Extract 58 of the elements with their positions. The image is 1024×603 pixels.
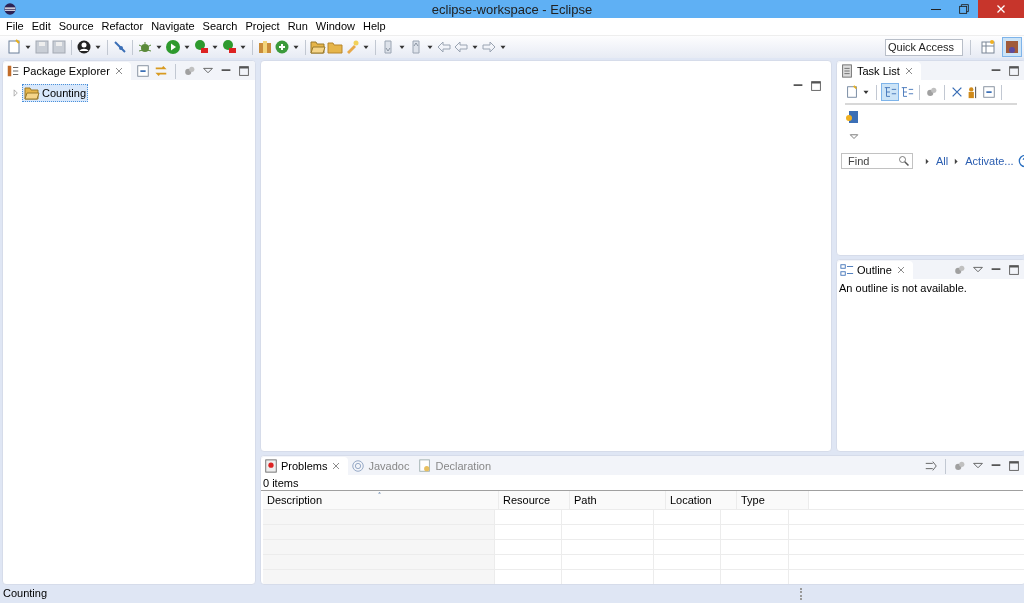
tab-label: Declaration <box>435 460 492 472</box>
close-button[interactable] <box>978 0 1024 18</box>
outline-icon <box>840 263 854 277</box>
restore-icon <box>957 2 971 16</box>
app-logo-icon <box>3 2 17 16</box>
column-header[interactable]: Location <box>666 491 737 509</box>
filter-link[interactable]: Activate... <box>965 155 1014 167</box>
menu-item[interactable]: Run <box>283 19 312 34</box>
column-header[interactable]: Type <box>737 491 809 509</box>
menu-item[interactable]: Edit <box>27 19 55 34</box>
status-text: Counting <box>3 587 48 599</box>
tab-label: Package Explorer <box>23 65 110 77</box>
menu-item[interactable]: Source <box>54 19 98 34</box>
open-folder-icon[interactable] <box>310 39 326 55</box>
minimize-icon <box>931 8 941 10</box>
task-list-icon <box>840 64 854 78</box>
maximize-icon[interactable] <box>809 79 823 93</box>
java-perspective-button[interactable] <box>1002 37 1022 57</box>
new-class-icon[interactable] <box>274 39 290 55</box>
view-tab[interactable]: Task List <box>837 62 921 80</box>
menu-item[interactable]: Refactor <box>97 19 148 34</box>
outline-message: An outline is not available. <box>838 281 968 296</box>
menu-item[interactable]: Project <box>241 19 284 34</box>
quick-access-field[interactable]: Quick Access <box>885 38 963 56</box>
bug-icon[interactable] <box>137 39 153 55</box>
menu-item[interactable]: File <box>2 19 28 34</box>
column-header[interactable]: Description <box>263 491 499 509</box>
open-perspective-button[interactable] <box>978 37 998 57</box>
view-tab[interactable]: Problems <box>261 457 349 475</box>
tab-label: Problems <box>281 460 328 472</box>
folder-icon[interactable] <box>327 39 343 55</box>
maximize-icon[interactable] <box>237 64 251 78</box>
maximize-icon[interactable] <box>1007 263 1021 277</box>
search-icon <box>898 155 910 167</box>
tab-label: Task List <box>857 65 900 77</box>
menu-item[interactable]: Search <box>198 19 242 34</box>
menu-item[interactable]: Navigate <box>147 19 199 34</box>
find-field[interactable]: Find <box>841 153 913 169</box>
avatar-icon[interactable] <box>76 39 92 55</box>
column-header[interactable]: Path <box>570 491 666 509</box>
menu-item[interactable]: Window <box>311 19 359 34</box>
resize-grip[interactable] <box>800 588 804 600</box>
tab-label: Javadoc <box>368 460 410 472</box>
run-icon[interactable] <box>165 39 181 55</box>
tree-item[interactable]: Counting <box>22 84 89 102</box>
problems-icon <box>264 459 278 473</box>
view-tab[interactable]: Package Explorer <box>3 62 131 80</box>
view-tab[interactable]: Outline <box>837 261 913 279</box>
maximize-icon[interactable] <box>1007 64 1021 78</box>
tab-label: Outline <box>857 264 892 276</box>
expand-arrow-icon[interactable] <box>923 156 932 166</box>
filter-link[interactable]: All <box>936 155 949 167</box>
package-explorer-icon <box>6 64 20 78</box>
menu-item[interactable]: Help <box>359 19 390 34</box>
maximize-icon[interactable] <box>1007 459 1021 473</box>
column-header[interactable]: Resource <box>499 491 570 509</box>
window-title: eclipse-workspace - Eclipse <box>431 1 593 17</box>
project-folder-icon <box>24 85 40 101</box>
